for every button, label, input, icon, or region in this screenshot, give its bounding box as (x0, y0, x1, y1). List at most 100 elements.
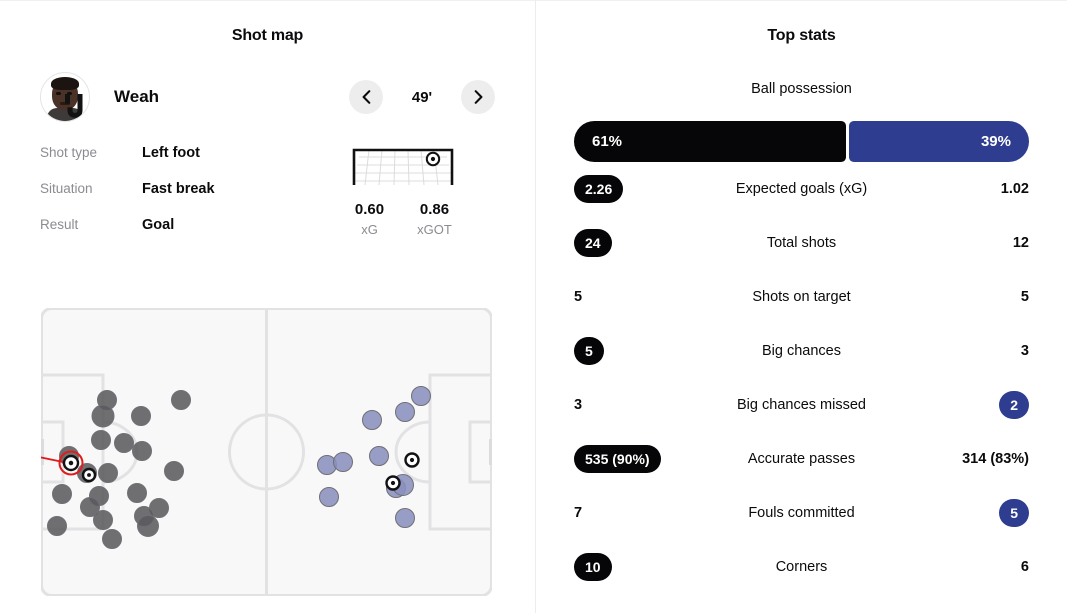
stat-pill-dark: 24 (574, 229, 612, 257)
stat-pill-dark: 5 (574, 337, 604, 365)
possession-label: Ball possession (751, 81, 852, 97)
player-name: Weah (114, 87, 160, 106)
stat-plain-value: 314 (83%) (962, 451, 1029, 467)
stat-plain-value: 5 (1020, 289, 1029, 305)
stat-row: 10 Corners 6 (574, 540, 1029, 594)
stat-name: Total shots (766, 235, 837, 251)
shot-dot[interactable] (395, 402, 415, 422)
xgot-metric: 0.86 xGOT (402, 201, 467, 237)
detail-row-result: Result Goal (40, 217, 300, 253)
goal-ball-center (87, 473, 91, 477)
stat-row: 24 Total shots 12 (574, 216, 1029, 270)
stat-plain-value: 5 (574, 289, 583, 305)
shot-map-panel: Shot map Weah 49' Shot type Left foot Si… (0, 1, 536, 613)
stat-name: Corners (775, 559, 828, 575)
possession-bar: 61% 39% (574, 121, 1029, 162)
stat-name: Shots on target (752, 289, 851, 305)
shot-dot[interactable] (91, 430, 111, 450)
goal-ball-center (390, 480, 396, 486)
shot-dot[interactable] (114, 433, 134, 453)
stat-value-away: 5 (909, 289, 1029, 305)
stat-pill-dark: 535 (90%) (574, 445, 661, 473)
shot-dot[interactable] (319, 487, 339, 507)
stat-name: Big chances missed (737, 397, 866, 413)
stat-value-home: 24 (574, 229, 694, 257)
goal-ball-center (409, 457, 415, 463)
detail-label: Situation (40, 181, 93, 196)
stat-pill-blue: 5 (999, 499, 1029, 527)
match-stats-screen: Shot map Weah 49' Shot type Left foot Si… (0, 0, 1067, 613)
xgot-label: xGOT (417, 222, 452, 237)
xg-label: xG (361, 222, 378, 237)
top-stats-title: Top stats (767, 27, 836, 44)
shot-map-pitch[interactable] (28, 307, 495, 597)
shot-dot[interactable] (164, 461, 184, 481)
detail-value: Left foot (142, 145, 200, 161)
stat-name: Big chances (762, 343, 841, 359)
stat-row: 5 Big chances 3 (574, 324, 1029, 378)
shot-dot[interactable] (91, 404, 115, 428)
shot-dot[interactable] (132, 441, 152, 461)
stat-row: 535 (90%) Accurate passes 314 (83%) (574, 432, 1029, 486)
stat-value-away: 3 (909, 343, 1029, 359)
shot-dot[interactable] (395, 508, 415, 528)
shot-navigation: 49' (349, 80, 495, 114)
stat-name: Fouls committed (748, 505, 855, 521)
stat-name: Expected goals (xG) (735, 181, 868, 197)
chevron-right-icon (474, 90, 482, 104)
stat-value-home: 535 (90%) (574, 445, 694, 473)
stat-value-away: 6 (909, 559, 1029, 575)
shot-dot[interactable] (52, 484, 72, 504)
detail-label: Shot type (40, 145, 98, 160)
stats-body: Ball possession 61% 39% 2.26 Expected goa… (536, 81, 1067, 594)
stat-name: Accurate passes (747, 451, 856, 467)
stat-row: 2.26 Expected goals (xG) 1.02 (574, 162, 1029, 216)
shot-dot[interactable] (137, 515, 159, 537)
goal-ball-center (68, 460, 74, 466)
shot-map-title: Shot map (231, 27, 304, 44)
shot-dot[interactable] (369, 446, 389, 466)
stat-plain-value: 3 (1020, 343, 1029, 359)
shot-dot[interactable] (98, 463, 118, 483)
detail-row-situation: Situation Fast break (40, 181, 300, 217)
stat-plain-value: 3 (574, 397, 583, 413)
stat-pill-blue: 2 (999, 391, 1029, 419)
shot-dot[interactable] (171, 390, 191, 410)
detail-value: Fast break (142, 181, 215, 197)
possession-home-bar: 61% (574, 121, 846, 162)
stat-pill-dark: 2.26 (574, 175, 624, 203)
shot-dot[interactable] (411, 386, 431, 406)
stat-value-away: 2 (909, 391, 1029, 419)
stat-value-home: 2.26 (574, 175, 694, 203)
shot-detail-list: Shot type Left foot Situation Fast break… (40, 145, 300, 253)
detail-row-shot-type: Shot type Left foot (40, 145, 300, 181)
shot-dot[interactable] (127, 483, 147, 503)
previous-shot-button[interactable] (349, 80, 383, 114)
stat-plain-value: 6 (1020, 559, 1029, 575)
possession-away-bar: 39% (848, 121, 1029, 162)
stat-value-home: 5 (574, 289, 694, 305)
stat-pill-dark: 10 (574, 553, 612, 581)
shot-dot[interactable] (102, 529, 122, 549)
football-icon (425, 151, 441, 167)
stat-value-away: 5 (909, 499, 1029, 527)
goal-mouth-widget: 0.60 xG 0.86 xGOT (345, 147, 485, 237)
stat-value-away: 314 (83%) (909, 451, 1029, 467)
chevron-left-icon (362, 90, 370, 104)
shot-dot[interactable] (333, 452, 353, 472)
xg-metric: 0.60 xG (337, 201, 402, 237)
next-shot-button[interactable] (461, 80, 495, 114)
shot-dot[interactable] (93, 510, 113, 530)
football-pitch-icon (28, 307, 495, 597)
stat-value-home: 10 (574, 553, 694, 581)
detail-value: Goal (142, 217, 175, 233)
juventus-badge-icon (65, 94, 83, 118)
avatar[interactable] (40, 72, 90, 122)
goal-frame-icon (352, 148, 454, 186)
shot-dot[interactable] (362, 410, 382, 430)
stat-plain-value: 12 (1012, 235, 1029, 251)
detail-label: Result (40, 217, 79, 232)
shot-dot[interactable] (47, 516, 67, 536)
stat-row: 7 Fouls committed 5 (574, 486, 1029, 540)
shot-dot[interactable] (131, 406, 151, 426)
